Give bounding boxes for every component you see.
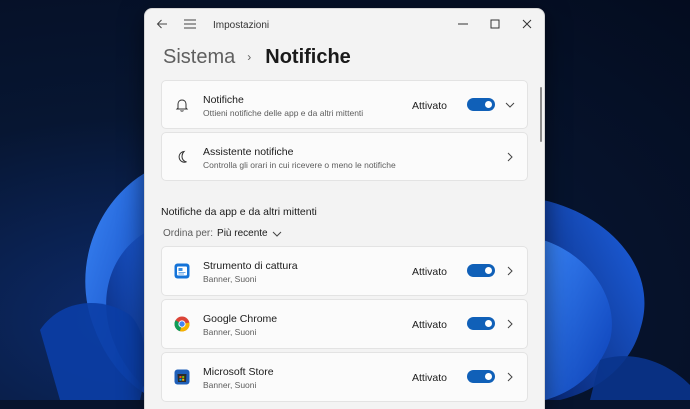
snipping-tool-icon (174, 263, 190, 279)
focus-assist-title: Assistente notifiche (203, 146, 294, 158)
moon-icon (178, 150, 187, 163)
toggle-knob (485, 267, 492, 274)
app-detail: Banner, Suoni (203, 274, 257, 284)
notifications-subtitle: Ottieni notifiche delle app e da altri m… (203, 108, 364, 118)
chevron-right-icon (507, 152, 513, 162)
section-heading: Notifiche da app e da altri mittenti (161, 206, 317, 218)
notifications-toggle[interactable] (467, 98, 495, 111)
chrome-icon (174, 316, 190, 332)
close-button[interactable] (512, 13, 542, 35)
focus-assist-card[interactable]: Assistente notifiche Controlla gli orari… (161, 132, 528, 181)
bell-icon (175, 99, 189, 112)
scrollbar[interactable] (540, 87, 542, 142)
menu-button[interactable] (179, 13, 201, 35)
sort-dropdown[interactable]: Ordina per: Più recente (163, 228, 282, 239)
close-icon (522, 19, 532, 29)
app-name: Google Chrome (203, 313, 278, 325)
toggle-knob (485, 320, 492, 327)
chevron-down-icon (272, 231, 281, 237)
hamburger-icon (184, 19, 196, 29)
minimize-button[interactable] (448, 13, 478, 35)
back-button[interactable] (151, 13, 173, 35)
breadcrumb-separator: › (247, 50, 252, 64)
app-toggle[interactable] (467, 370, 495, 383)
app-title: Impostazioni (213, 20, 270, 31)
breadcrumb-parent[interactable]: Sistema (163, 46, 235, 69)
chevron-down-icon[interactable] (505, 100, 515, 110)
store-icon (174, 369, 190, 385)
back-arrow-icon (156, 19, 167, 29)
minimize-icon (458, 23, 468, 25)
app-name: Strumento di cattura (203, 260, 298, 272)
app-state: Attivato (412, 372, 448, 384)
breadcrumb: Sistema › Notifiche (163, 42, 351, 72)
toggle-knob (485, 101, 492, 108)
app-toggle[interactable] (467, 317, 495, 330)
app-detail: Banner, Suoni (203, 327, 257, 337)
app-name: Microsoft Store (203, 366, 274, 378)
sort-value: Più recente (217, 228, 268, 239)
app-state: Attivato (412, 266, 448, 278)
chevron-right-icon (507, 319, 513, 329)
notifications-setting-card[interactable]: Notifiche Ottieni notifiche delle app e … (161, 80, 528, 129)
chevron-right-icon (507, 372, 513, 382)
sort-label: Ordina per: (163, 228, 214, 239)
toggle-knob (485, 373, 492, 380)
maximize-button[interactable] (480, 13, 510, 35)
page-title: Notifiche (265, 45, 351, 68)
focus-assist-subtitle: Controlla gli orari in cui ricevere o me… (203, 160, 396, 170)
app-toggle[interactable] (467, 264, 495, 277)
settings-window: Impostazioni Sistema › Notifiche Notific… (144, 8, 545, 409)
chevron-right-icon (507, 266, 513, 276)
app-row-google-chrome[interactable]: Google Chrome Banner, Suoni Attivato (161, 299, 528, 349)
app-detail: Banner, Suoni (203, 380, 257, 390)
app-row-snipping-tool[interactable]: Strumento di cattura Banner, Suoni Attiv… (161, 246, 528, 296)
app-state: Attivato (412, 319, 448, 331)
notifications-title: Notifiche (203, 94, 244, 106)
maximize-icon (490, 19, 500, 29)
title-bar: Impostazioni (145, 9, 544, 41)
app-row-microsoft-store[interactable]: Microsoft Store Banner, Suoni Attivato (161, 352, 528, 402)
notifications-state: Attivato (412, 100, 448, 112)
